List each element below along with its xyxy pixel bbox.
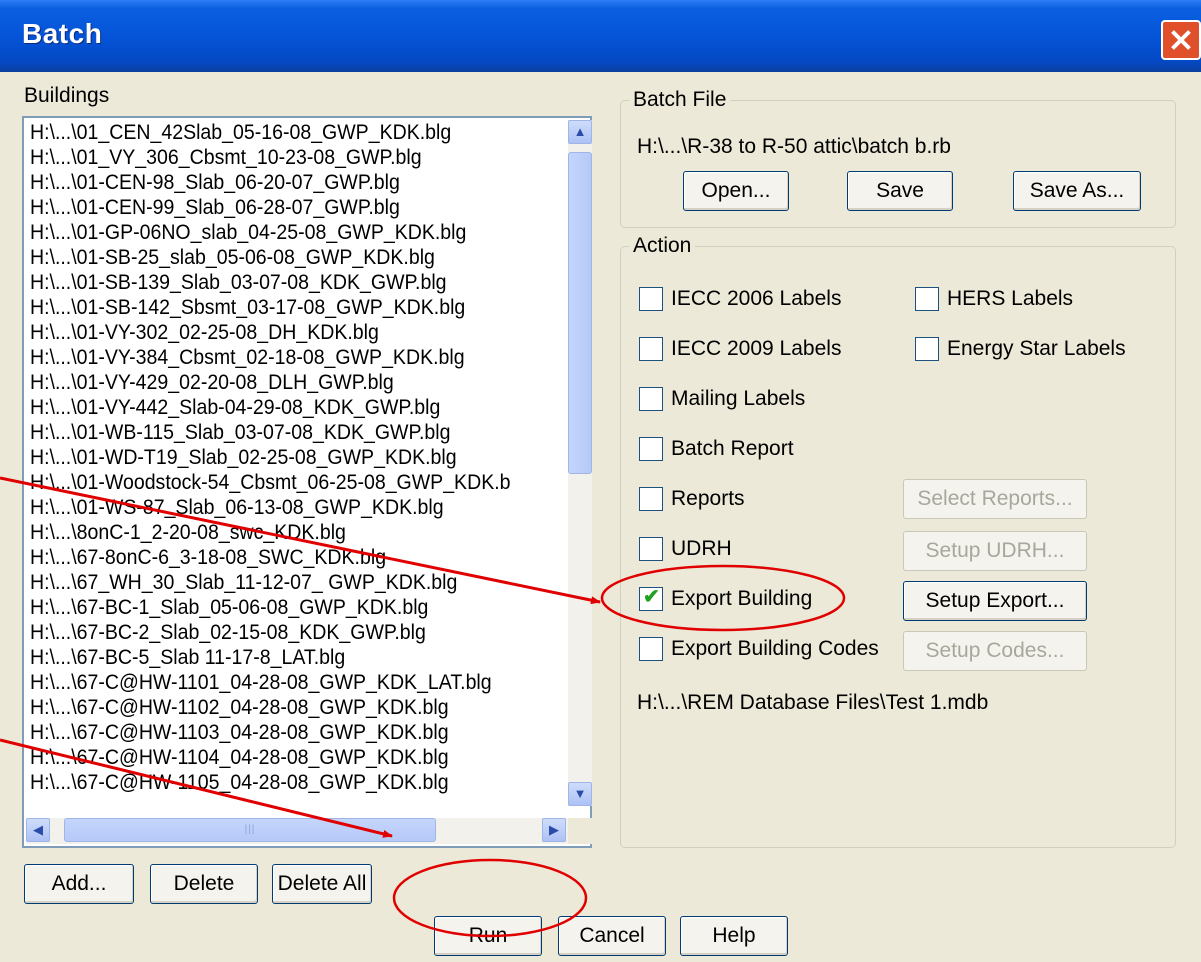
annotation-overlay xyxy=(0,476,846,938)
batch-dialog: Batch Buildings H:\...\01_CEN_42Slab_05-… xyxy=(0,0,1201,962)
annotation-circle-export xyxy=(600,564,846,632)
annotation-circle-run xyxy=(392,858,588,938)
annotation-arrow xyxy=(0,476,601,605)
annotation-arrow xyxy=(0,738,393,838)
